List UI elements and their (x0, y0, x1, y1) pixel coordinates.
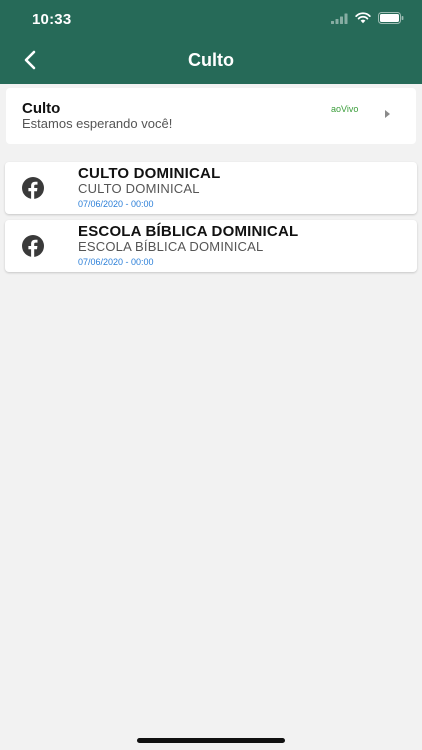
event-title: CULTO DOMINICAL (78, 165, 221, 182)
live-stream-card[interactable]: Culto Estamos esperando você! aoVivo (6, 88, 416, 144)
status-time: 10:33 (32, 11, 72, 28)
signal-icon (331, 13, 348, 24)
battery-icon (378, 12, 404, 24)
facebook-icon (22, 235, 44, 258)
play-right-icon (385, 110, 390, 118)
facebook-icon (22, 177, 44, 200)
status-icons (331, 12, 404, 24)
live-card-subtitle: Estamos esperando você! (22, 116, 173, 131)
event-list: CULTO DOMINICAL CULTO DOMINICAL 07/06/20… (5, 162, 417, 278)
event-item-culto-dominical[interactable]: CULTO DOMINICAL CULTO DOMINICAL 07/06/20… (5, 162, 417, 214)
home-indicator (137, 738, 285, 743)
live-badge: aoVivo (331, 104, 359, 114)
event-date: 07/06/2020 - 00:00 (78, 199, 154, 209)
page-title: Culto (188, 50, 234, 70)
event-date: 07/06/2020 - 00:00 (78, 257, 154, 267)
event-subtitle: CULTO DOMINICAL (78, 181, 200, 196)
event-title: ESCOLA BÍBLICA DOMINICAL (78, 223, 299, 240)
event-item-escola-biblica[interactable]: ESCOLA BÍBLICA DOMINICAL ESCOLA BÍBLICA … (5, 220, 417, 272)
app-header: 10:33 Culto (0, 0, 422, 84)
live-card-title: Culto (22, 100, 61, 117)
wifi-icon (355, 12, 371, 24)
event-subtitle: ESCOLA BÍBLICA DOMINICAL (78, 239, 264, 254)
screen: 10:33 Culto Culto Estamos esperando você… (0, 0, 422, 750)
